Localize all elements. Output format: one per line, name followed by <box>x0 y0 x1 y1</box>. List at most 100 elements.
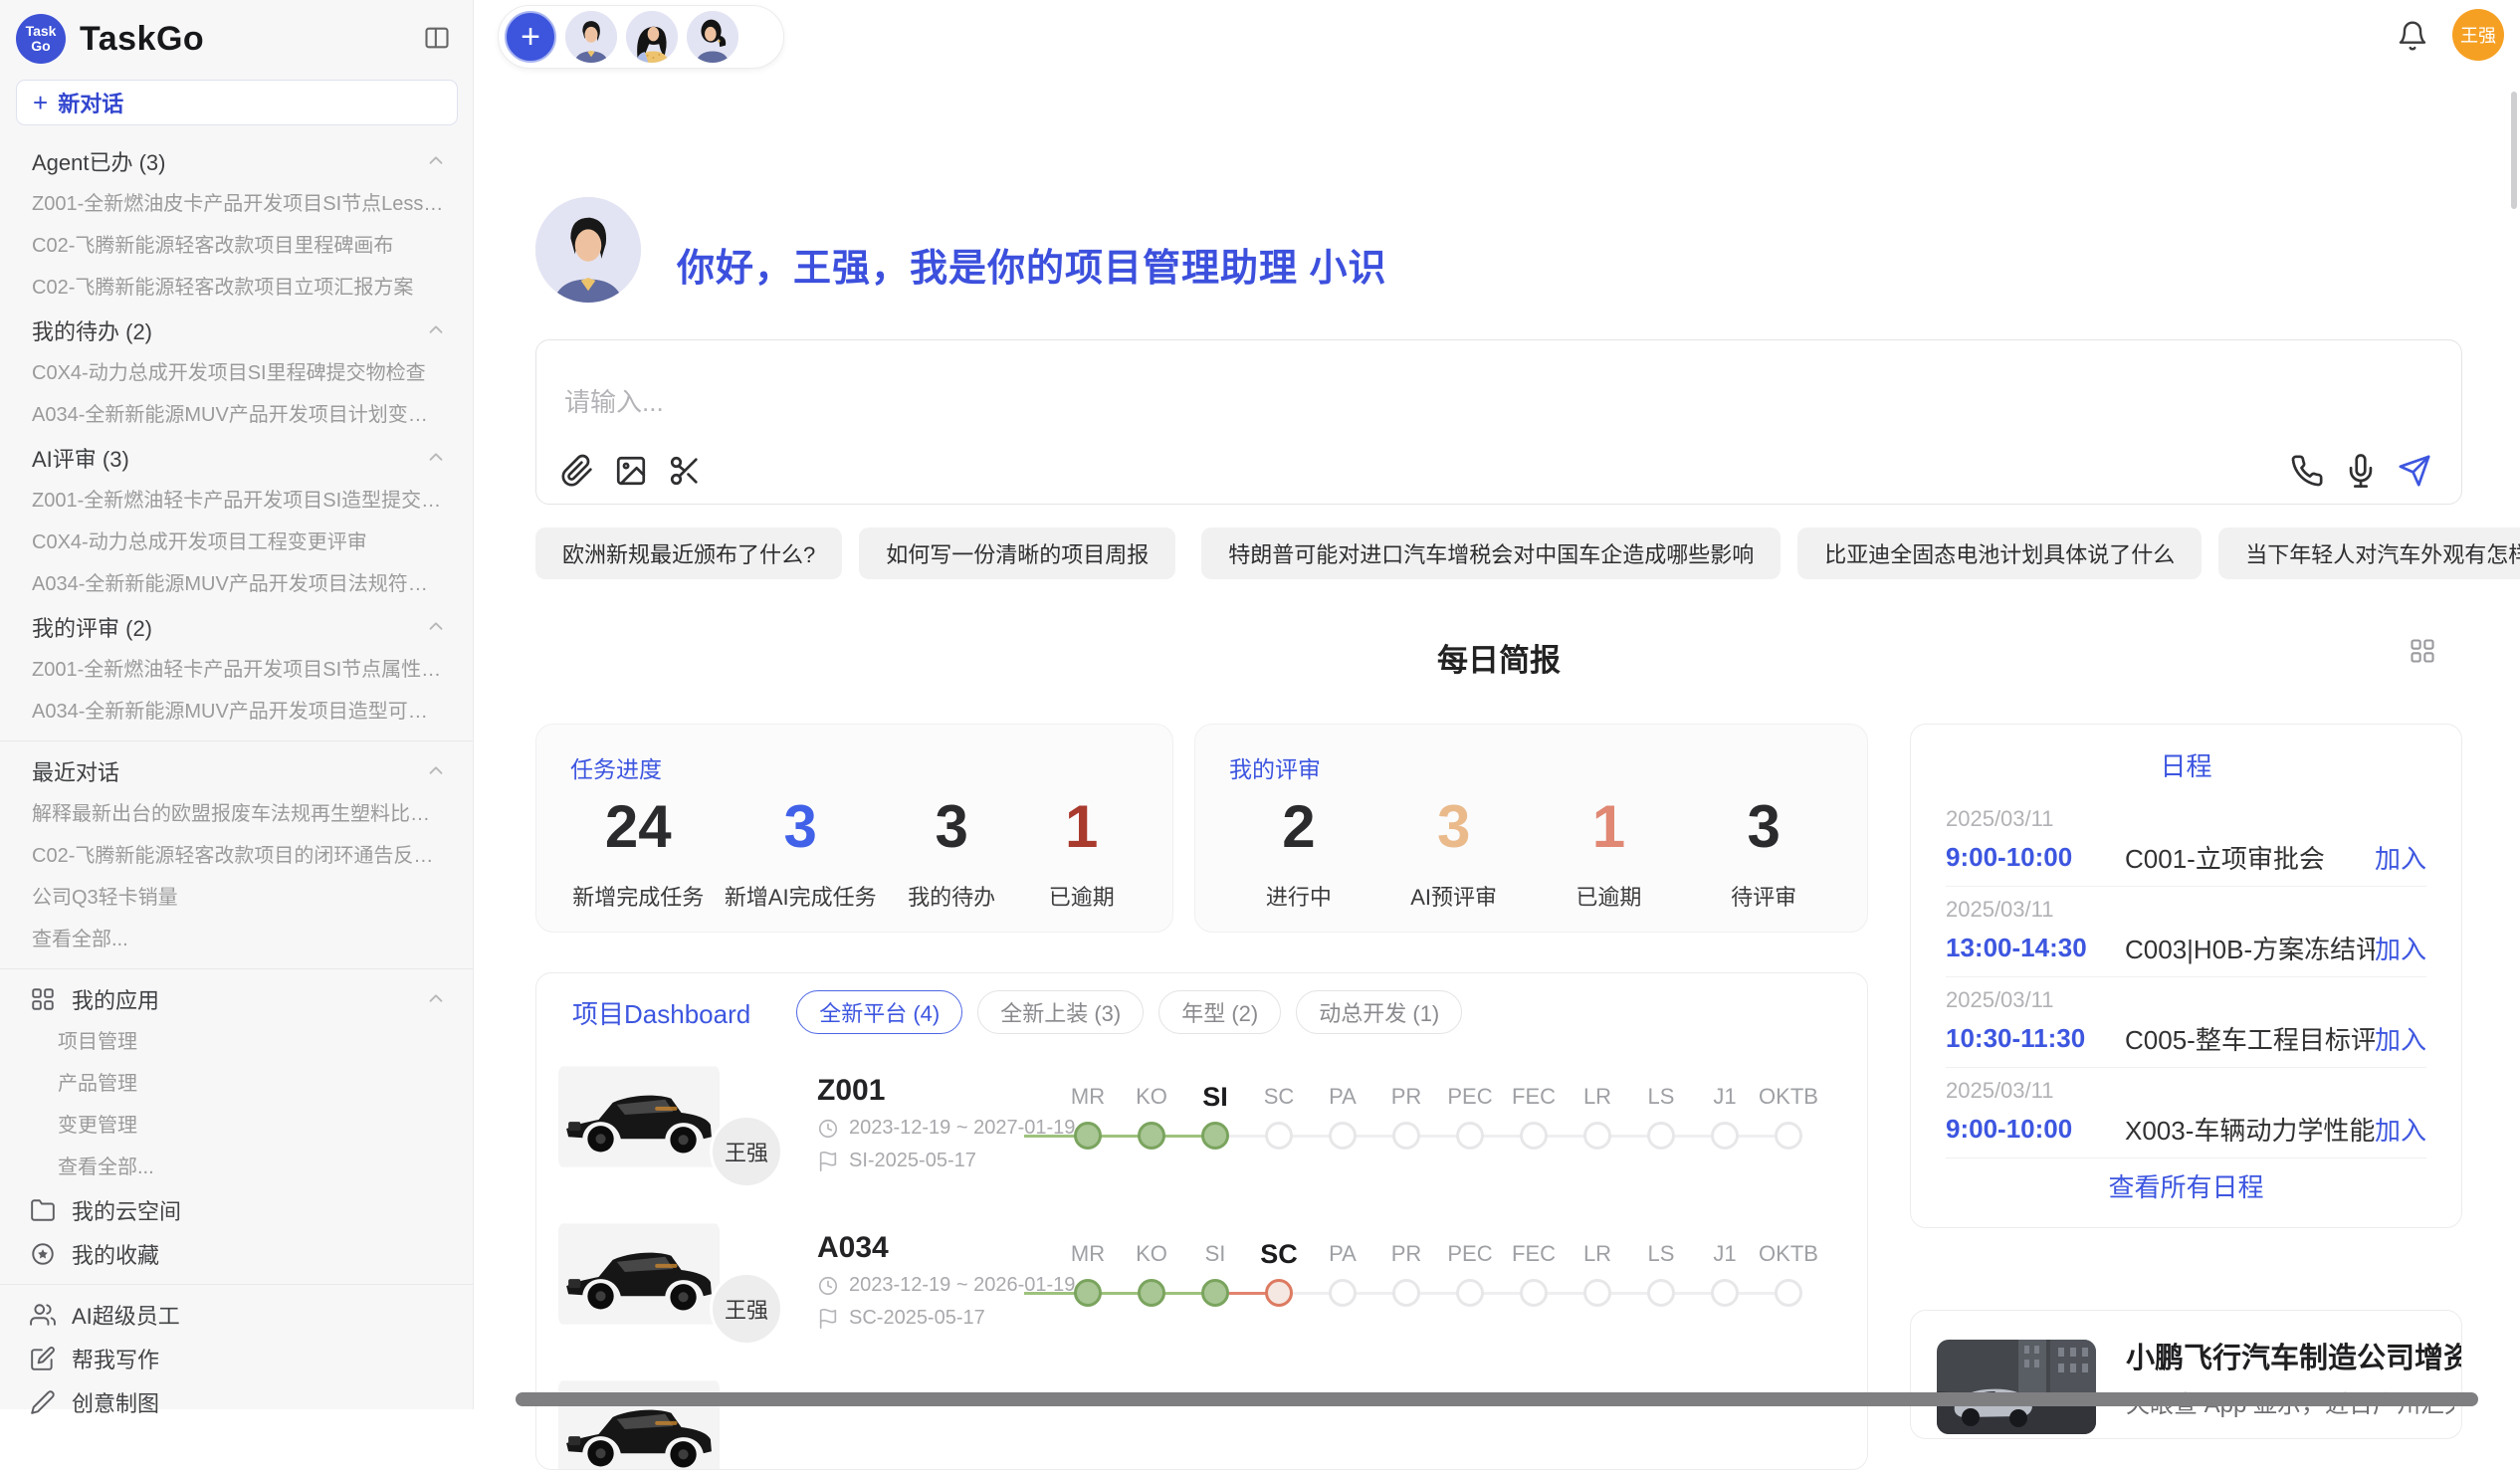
add-agent-button[interactable]: + <box>505 11 556 63</box>
join-button[interactable]: 加入 <box>2375 930 2426 966</box>
greeting-text: 你好，王强，我是你的项目管理助理 小识 <box>677 237 1387 292</box>
edit-icon <box>30 1346 56 1371</box>
microphone-icon[interactable] <box>2344 454 2378 488</box>
news-card[interactable]: 小鹏飞行汽车制造公司增资 天眼查 App 显示，近日广州汇天飞行汽... <box>1910 1310 2462 1439</box>
phone-icon[interactable] <box>2290 454 2324 488</box>
news-title: 小鹏飞行汽车制造公司增资 <box>2126 1335 2462 1376</box>
filter-chip[interactable]: 全新平台 (4) <box>796 990 962 1034</box>
divider <box>0 968 473 969</box>
sidebar-item[interactable]: C02-飞腾新能源轻客改款项目的闭环通告反馈情况 <box>0 835 473 877</box>
filter-chip[interactable]: 动总开发 (1) <box>1296 990 1462 1034</box>
divider <box>0 740 473 741</box>
input-action-tools <box>2290 454 2431 488</box>
sidebar-my-apps-header[interactable]: 我的应用 <box>0 977 473 1021</box>
sidebar-item-change-mgmt[interactable]: 变更管理 <box>0 1105 473 1147</box>
sidebar-item-ai-super-staff[interactable]: AI超级员工 <box>0 1293 473 1337</box>
milestone: FEC <box>1502 1237 1566 1307</box>
sidebar-item[interactable]: A034-全新新能源MUV产品开发项目法规符合性评审 <box>0 563 473 605</box>
stat-label: 已逾期 <box>1575 880 1641 912</box>
notification-bell-icon[interactable] <box>2397 20 2428 52</box>
sidebar-item[interactable]: Z001-全新燃油轻卡产品开发项目SI节点属性5D文件评审 <box>0 649 473 691</box>
sidebar-item[interactable]: C02-飞腾新能源轻客改款项目立项汇报方案 <box>0 267 473 309</box>
sidebar-item[interactable]: Z001-全新燃油轻卡产品开发项目SI造型提交物评审 <box>0 480 473 522</box>
sidebar-item-help-me-write[interactable]: 帮我写作 <box>0 1337 473 1380</box>
send-icon[interactable] <box>2398 454 2431 488</box>
suggestion-chip[interactable]: 当下年轻人对汽车外观有怎样的喜好趋势 <box>2218 527 2520 579</box>
sidebar-group-header[interactable]: 最近对话 <box>0 749 473 793</box>
filter-chip[interactable]: 年型 (2) <box>1158 990 1281 1034</box>
schedule-time: 9:00-10:00 <box>1946 1114 2095 1145</box>
dashboard-filters: 全新平台 (4) 全新上装 (3) 年型 (2) 动总开发 (1) <box>796 990 1462 1034</box>
sidebar-item-creative-drawing[interactable]: 创意制图 <box>0 1380 473 1424</box>
schedule-date: 2025/03/11 <box>1946 987 2426 1013</box>
sidebar-item[interactable]: C0X4-动力总成开发项目工程变更评审 <box>0 522 473 563</box>
sidebar-item[interactable]: C02-飞腾新能源轻客改款项目里程碑画布 <box>0 225 473 267</box>
scissors-icon[interactable] <box>668 454 702 488</box>
new-chat-button[interactable]: + 新对话 <box>16 80 458 125</box>
view-all-schedule-link[interactable]: 查看所有日程 <box>1946 1158 2426 1216</box>
user-avatar[interactable]: 王强 <box>2452 9 2504 61</box>
milestone: PA <box>1311 1237 1374 1307</box>
chat-input[interactable] <box>562 358 2258 454</box>
horizontal-scrollbar[interactable] <box>516 1392 2478 1406</box>
sidebar-item-product-mgmt[interactable]: 产品管理 <box>0 1063 473 1105</box>
sidebar-item[interactable]: A034-全新新能源MUV产品开发项目造型可行性评审 <box>0 691 473 733</box>
sidebar-item-project-mgmt[interactable]: 项目管理 <box>0 1021 473 1063</box>
stat: 2 进行中 <box>1244 788 1354 912</box>
filter-chip[interactable]: 全新上装 (3) <box>977 990 1144 1034</box>
join-button[interactable]: 加入 <box>2375 1111 2426 1148</box>
chevron-up-icon <box>425 447 447 469</box>
join-button[interactable]: 加入 <box>2375 1020 2426 1057</box>
sidebar-item[interactable]: Z001-全新燃油皮卡产品开发项目SI节点Lesson Learn报告 <box>0 183 473 225</box>
milestone-dot <box>1138 1122 1165 1150</box>
milestone-dot <box>1265 1122 1293 1150</box>
sidebar-item[interactable]: 解释最新出台的欧盟报废车法规再生塑料比例被调至15%... <box>0 793 473 835</box>
suggestion-chip[interactable]: 如何写一份清晰的项目周报 <box>859 527 1175 579</box>
stat: 24 新增完成任务 <box>572 788 704 912</box>
sidebar: Task Go TaskGo + 新对话 Agent已办 (3) Z001-全新… <box>0 0 474 1409</box>
milestone-dot <box>1329 1279 1357 1307</box>
milestone: OKTB <box>1757 1237 1820 1307</box>
sidebar-collapse-icon[interactable] <box>423 24 451 52</box>
schedule-item: 2025/03/11 13:00-14:30 C003|H0B-方案冻结评审 加… <box>1946 887 2426 977</box>
image-icon[interactable] <box>614 454 648 488</box>
paperclip-icon[interactable] <box>560 454 594 488</box>
milestone: MR <box>1056 1237 1120 1307</box>
milestone: KO <box>1120 1080 1183 1150</box>
suggestion-chip[interactable]: 比亚迪全固态电池计划具体说了什么 <box>1797 527 2202 579</box>
sidebar-group-header[interactable]: Agent已办 (3) <box>0 139 473 183</box>
milestone: MR <box>1056 1080 1120 1150</box>
project-row[interactable]: 王强 Z001 2023-12-19 ~ 2027-01-19 SI-2025-… <box>536 1054 1867 1211</box>
milestone-dot <box>1583 1279 1611 1307</box>
project-row[interactable]: 王强 A034 2023-12-19 ~ 2026-01-19 SC-2025-… <box>536 1211 1867 1368</box>
sidebar-item-favorites[interactable]: 我的收藏 <box>0 1232 473 1276</box>
join-button[interactable]: 加入 <box>2375 839 2426 876</box>
sidebar-group-header[interactable]: AI评审 (3) <box>0 436 473 480</box>
agent-avatar[interactable] <box>565 11 617 63</box>
sidebar-group-header[interactable]: 我的待办 (2) <box>0 309 473 352</box>
sidebar-item-view-all[interactable]: 查看全部... <box>0 919 473 960</box>
stat: 3 我的待办 <box>897 788 1006 912</box>
sidebar-item[interactable]: A034-全新新能源MUV产品开发项目计划变更表编写 <box>0 394 473 436</box>
sidebar-item[interactable]: 公司Q3轻卡销量 <box>0 877 473 919</box>
milestone: LR <box>1566 1080 1629 1150</box>
milestone: J1 <box>1693 1080 1757 1150</box>
milestone: KO <box>1120 1237 1183 1307</box>
stat-label: 新增AI完成任务 <box>725 880 877 912</box>
schedule-time: 10:30-11:30 <box>1946 1023 2095 1054</box>
milestone: PR <box>1374 1080 1438 1150</box>
sidebar-group-header[interactable]: 我的评审 (2) <box>0 605 473 649</box>
card-title: 任务进度 <box>536 725 1172 784</box>
suggestion-chip[interactable]: 特朗普可能对进口汽车增税会对中国车企造成哪些影响 <box>1201 527 1781 579</box>
stat: 3 待评审 <box>1709 788 1818 912</box>
vertical-scrollbar[interactable] <box>2511 92 2517 209</box>
layout-grid-icon[interactable] <box>2409 637 2436 665</box>
agent-avatar[interactable] <box>687 11 738 63</box>
agent-avatar[interactable] <box>626 11 678 63</box>
sidebar-item[interactable]: C0X4-动力总成开发项目SI里程碑提交物检查 <box>0 352 473 394</box>
project-row-partial[interactable] <box>536 1368 1867 1470</box>
suggestion-chip[interactable]: 欧洲新规最近颁布了什么? <box>535 527 842 579</box>
milestone: LR <box>1566 1237 1629 1307</box>
sidebar-item-cloud-space[interactable]: 我的云空间 <box>0 1188 473 1232</box>
sidebar-item-view-all[interactable]: 查看全部... <box>0 1147 473 1188</box>
